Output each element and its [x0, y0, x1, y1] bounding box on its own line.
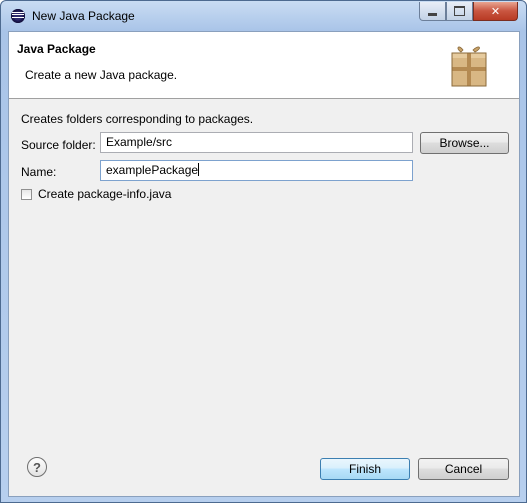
banner-title: Java Package	[17, 42, 96, 56]
cancel-button[interactable]: Cancel	[418, 458, 509, 480]
source-folder-label: Source folder:	[21, 138, 96, 152]
close-icon: ✕	[490, 4, 501, 18]
maximize-icon	[454, 6, 465, 16]
dialog-client-area: Java Package Create a new Java package. …	[8, 31, 520, 497]
banner-description: Create a new Java package.	[25, 68, 178, 82]
title-bar[interactable]: New Java Package ✕	[1, 1, 526, 31]
close-button[interactable]: ✕	[473, 2, 518, 21]
package-info-option[interactable]: Create package-info.java	[21, 187, 171, 201]
source-folder-input[interactable]: Example/src	[100, 132, 413, 153]
minimize-button[interactable]	[419, 2, 446, 21]
help-icon[interactable]: ?	[27, 457, 47, 477]
package-name-input[interactable]: examplePackage	[100, 160, 413, 181]
dialog-window: New Java Package ✕ Java Package Create a…	[0, 0, 527, 503]
package-icon	[451, 46, 487, 87]
package-info-checkbox[interactable]	[21, 188, 32, 200]
finish-button[interactable]: Finish	[320, 458, 410, 480]
minimize-icon	[428, 13, 437, 16]
browse-button[interactable]: Browse...	[420, 132, 509, 154]
wizard-banner: Java Package Create a new Java package.	[9, 32, 519, 99]
package-info-label: Create package-info.java	[38, 187, 172, 201]
name-label: Name:	[21, 165, 57, 179]
window-title: New Java Package	[32, 9, 135, 23]
maximize-button[interactable]	[446, 2, 473, 21]
text-caret	[198, 163, 200, 176]
form-description: Creates folders corresponding to package…	[21, 112, 254, 126]
package-name-value: examplePackage	[106, 163, 199, 177]
eclipse-icon	[11, 9, 25, 23]
